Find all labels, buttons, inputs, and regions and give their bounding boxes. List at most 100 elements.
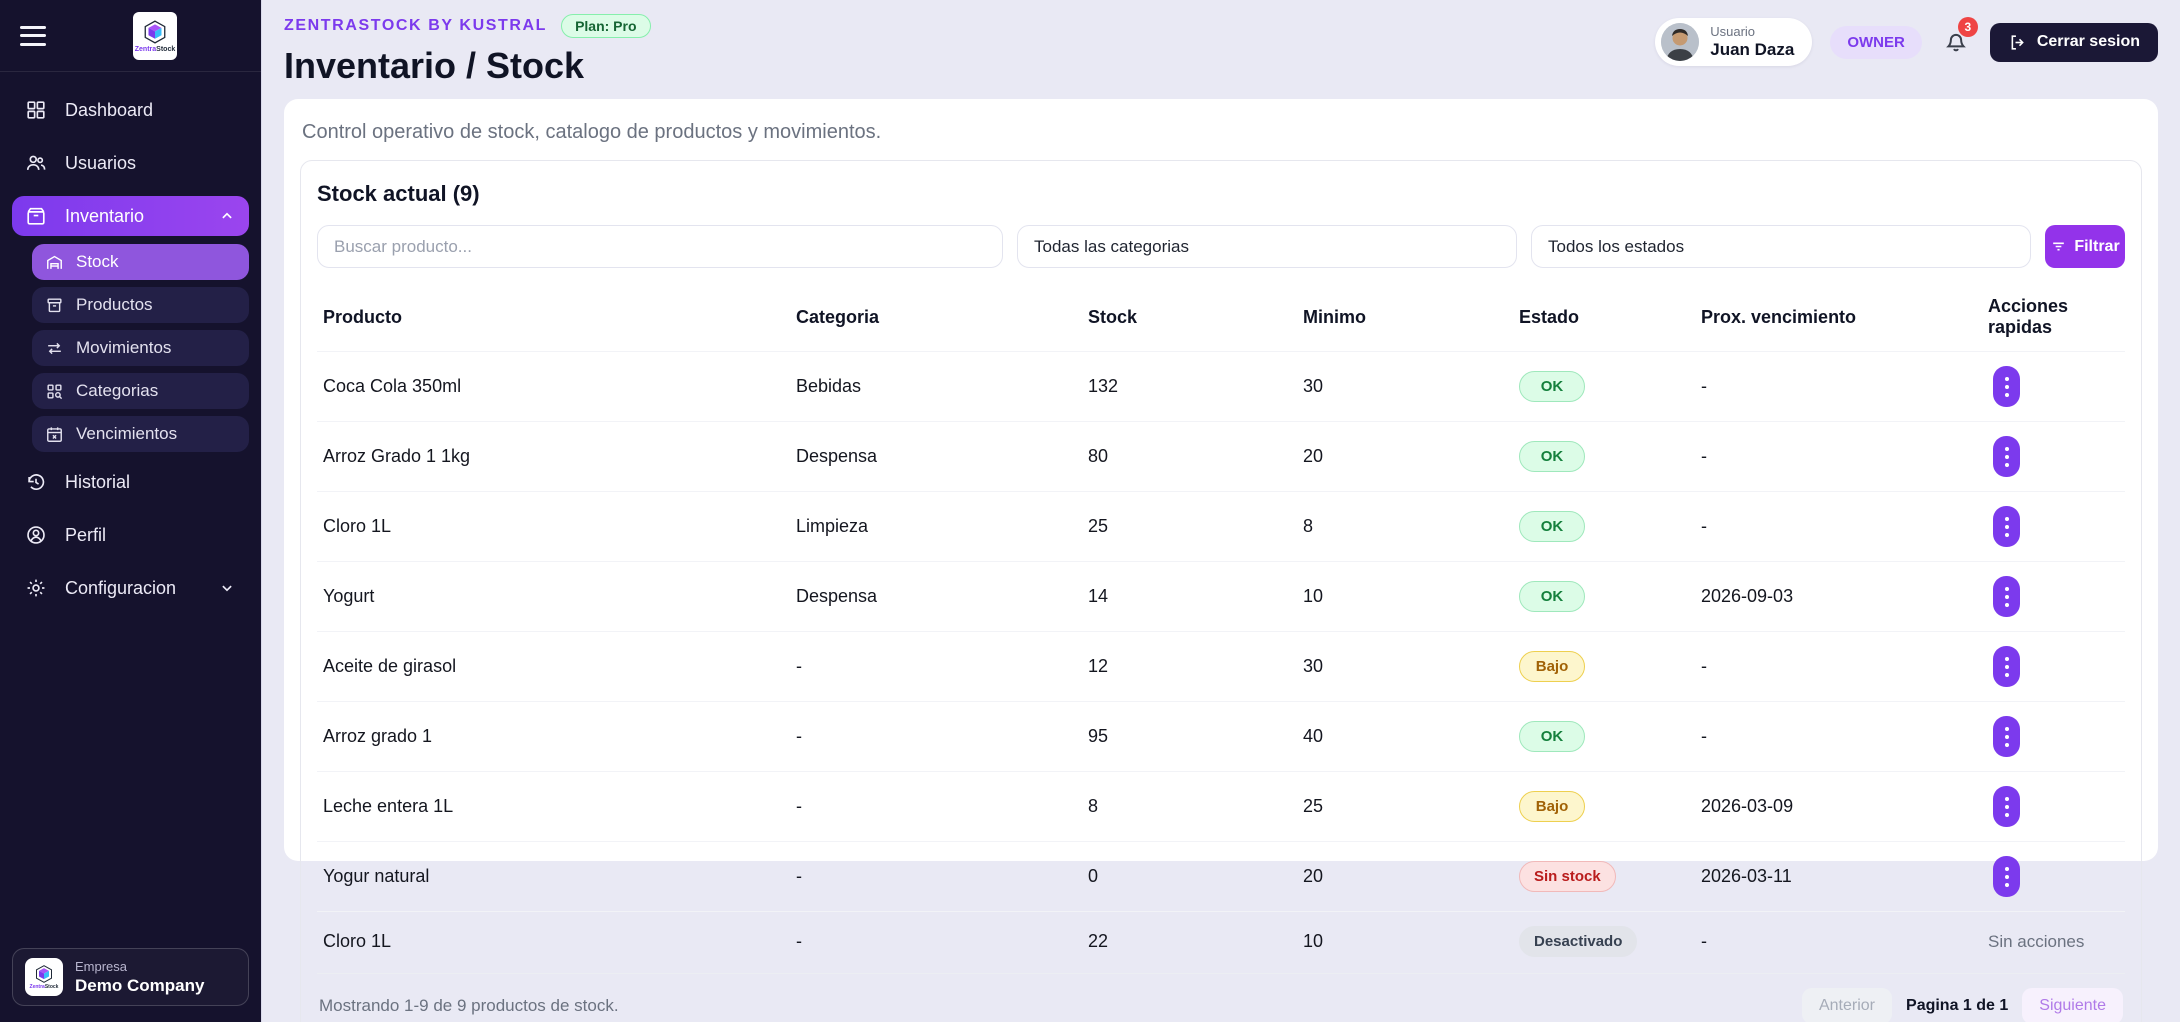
sidebar-item-vencimientos[interactable]: Vencimientos xyxy=(32,416,249,452)
sidebar-item-categorias[interactable]: Categorias xyxy=(32,373,249,409)
gear-icon xyxy=(27,579,45,597)
row-actions-button[interactable] xyxy=(1993,716,2020,757)
sidebar-item-configuracion[interactable]: Configuracion xyxy=(12,568,249,608)
cell-minimo: 10 xyxy=(1297,561,1513,632)
stock-card: Stock actual (9) Todas las categorias To… xyxy=(300,160,2142,1022)
cell-vencimiento: - xyxy=(1695,911,1982,971)
cell-vencimiento: - xyxy=(1695,631,1982,702)
row-actions-button[interactable] xyxy=(1993,576,2020,617)
page-subtitle: Control operativo de stock, catalogo de … xyxy=(302,121,882,143)
table-row: Cloro 1L - 22 10 Desactivado - Sin accio… xyxy=(317,911,2125,971)
table-row: Arroz Grado 1 1kg Despensa 80 20 OK - xyxy=(317,421,2125,492)
status-badge: Sin stock xyxy=(1519,861,1616,892)
table-header-row: Producto Categoria Stock Minimo Estado P… xyxy=(317,284,2125,352)
user-name: Juan Daza xyxy=(1710,40,1795,59)
chevron-up-icon xyxy=(222,212,232,219)
logout-label: Cerrar sesion xyxy=(2036,33,2140,50)
cell-categoria: Limpieza xyxy=(790,491,1082,562)
row-actions-button[interactable] xyxy=(1993,856,2020,897)
content-card: Control operativo de stock, catalogo de … xyxy=(284,99,2158,1022)
cell-vencimiento: - xyxy=(1695,351,1982,422)
avatar-photo xyxy=(1661,23,1700,61)
sidebar: ZentraStock Dashboard Usuarios Inventari… xyxy=(0,0,262,1022)
col-producto: Producto xyxy=(323,306,402,327)
stock-card-title: Stock actual (9) xyxy=(317,181,480,206)
sidebar-item-dashboard[interactable]: Dashboard xyxy=(12,90,249,130)
topbar-right: Usuario Juan Daza OWNER 3 Cerrar sesion xyxy=(1655,16,2158,66)
row-actions-button[interactable] xyxy=(1993,646,2020,687)
status-badge: Desactivado xyxy=(1519,926,1638,957)
previous-page-button[interactable]: Anterior xyxy=(1801,988,1893,1022)
sidebar-item-stock[interactable]: Stock xyxy=(32,244,249,280)
sidebar-item-label: Configuracion xyxy=(65,577,177,598)
table-row: Yogurt Despensa 14 10 OK 2026-09-03 xyxy=(317,561,2125,632)
grid-icon xyxy=(27,101,45,119)
company-info: Empresa Demo Company xyxy=(75,959,204,996)
cell-producto: Cloro 1L xyxy=(317,491,790,562)
cell-categoria: - xyxy=(790,911,1082,971)
logout-icon xyxy=(2011,34,2024,50)
hamburger-menu-icon[interactable] xyxy=(20,25,46,46)
cell-minimo: 30 xyxy=(1297,351,1513,422)
cell-minimo: 40 xyxy=(1297,701,1513,772)
cell-stock: 80 xyxy=(1082,421,1297,492)
products-icon xyxy=(47,297,62,312)
cell-producto: Coca Cola 350ml xyxy=(317,351,790,422)
sidebar-item-productos[interactable]: Productos xyxy=(32,287,249,323)
search-input[interactable] xyxy=(317,225,1003,268)
sidebar-item-perfil[interactable]: Perfil xyxy=(12,515,249,555)
cell-minimo: 10 xyxy=(1297,911,1513,971)
status-badge: Bajo xyxy=(1519,791,1585,822)
notifications-button[interactable]: 3 xyxy=(1942,16,1978,59)
page-info: Pagina 1 de 1 xyxy=(1906,997,2009,1014)
sidebar-item-movimientos[interactable]: Movimientos xyxy=(32,330,249,366)
results-summary: Mostrando 1-9 de 9 productos de stock. xyxy=(319,996,619,1015)
company-logo: ZentraStock xyxy=(25,958,63,996)
category-select[interactable]: Todas las categorias xyxy=(1017,225,1517,268)
sidebar-item-label: Stock xyxy=(76,252,119,271)
transfer-icon xyxy=(48,342,61,354)
table-row: Arroz grado 1 - 95 40 OK - xyxy=(317,701,2125,772)
cell-categoria: - xyxy=(790,771,1082,842)
next-page-button[interactable]: Siguiente xyxy=(2022,988,2123,1022)
status-select[interactable]: Todos los estados xyxy=(1531,225,2031,268)
users-icon xyxy=(26,155,46,170)
col-categoria: Categoria xyxy=(796,306,880,327)
sidebar-item-inventario[interactable]: Inventario xyxy=(12,196,249,236)
cell-stock: 25 xyxy=(1082,491,1297,562)
box-icon xyxy=(27,207,45,225)
user-pill[interactable]: Usuario Juan Daza xyxy=(1655,18,1813,66)
cell-categoria: - xyxy=(790,701,1082,772)
row-actions-button[interactable] xyxy=(1993,366,2020,407)
cell-minimo: 20 xyxy=(1297,841,1513,912)
page-title: Inventario / Stock xyxy=(284,45,585,86)
logout-button[interactable]: Cerrar sesion xyxy=(1989,22,2158,62)
cell-vencimiento: - xyxy=(1695,491,1982,562)
cell-categoria: Despensa xyxy=(790,561,1082,632)
col-vencimiento: Prox. vencimiento xyxy=(1701,306,1857,327)
cell-producto: Leche entera 1L xyxy=(317,771,790,842)
col-minimo: Minimo xyxy=(1303,306,1366,327)
sidebar-item-historial[interactable]: Historial xyxy=(12,462,249,502)
cell-stock: 132 xyxy=(1082,351,1297,422)
row-actions-button[interactable] xyxy=(1993,506,2020,547)
cell-stock: 22 xyxy=(1082,911,1297,971)
row-actions-button[interactable] xyxy=(1993,436,2020,477)
row-actions-button[interactable] xyxy=(1993,786,2020,827)
sidebar-item-label: Historial xyxy=(65,471,131,492)
filters-bar: Todas las categorias Todos los estados F… xyxy=(317,225,2125,268)
company-name: Demo Company xyxy=(75,975,205,995)
main-content: ZENTRASTOCK BY KUSTRAL Plan: Pro Inventa… xyxy=(262,0,2180,1022)
filter-button-label: Filtrar xyxy=(2074,237,2120,255)
inventario-submenu: Stock Productos Movimientos Categorias V… xyxy=(12,244,249,452)
filter-button[interactable]: Filtrar xyxy=(2045,225,2125,268)
role-badge: OWNER xyxy=(1830,25,1922,59)
sidebar-item-label: Usuarios xyxy=(65,152,137,173)
logo-wordmark: ZentraStock xyxy=(134,46,176,53)
profile-icon xyxy=(27,526,45,544)
sidebar-item-usuarios[interactable]: Usuarios xyxy=(12,143,249,183)
table-row: Aceite de girasol - 12 30 Bajo - xyxy=(317,631,2125,702)
cell-producto: Aceite de girasol xyxy=(317,631,790,702)
cell-stock: 14 xyxy=(1082,561,1297,632)
topbar: ZENTRASTOCK BY KUSTRAL Plan: Pro Inventa… xyxy=(284,14,2158,87)
